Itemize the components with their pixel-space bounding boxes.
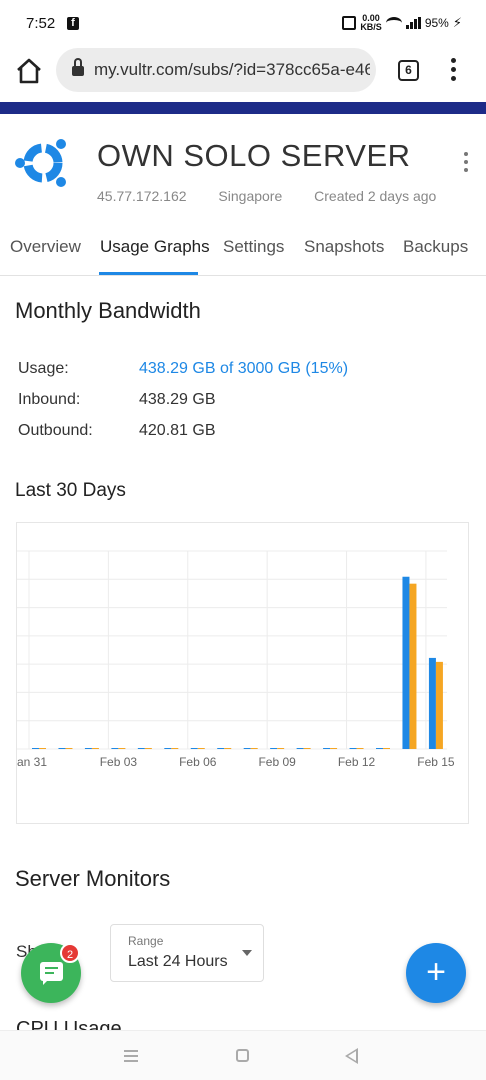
chat-badge: 2: [60, 943, 80, 963]
tab-usage-graphs[interactable]: Usage Graphs: [100, 237, 210, 257]
chart-bar: [277, 748, 285, 749]
tab-settings[interactable]: Settings: [223, 237, 284, 257]
chart-tick-label: an 31: [17, 755, 47, 769]
clock: 7:52: [26, 15, 56, 32]
tab-switcher-button[interactable]: 6: [398, 60, 419, 81]
outbound-label: Outbound:: [18, 422, 93, 439]
server-tabs: Overview Usage Graphs Settings Snapshots…: [0, 224, 486, 276]
facebook-icon: f: [67, 17, 79, 30]
chart-bar: [409, 583, 417, 749]
cpu-usage-title: CPU Usage: [16, 1016, 216, 1030]
server-options-icon[interactable]: [462, 152, 470, 174]
server-os-logo: [15, 139, 66, 187]
tab-snapshots[interactable]: Snapshots: [304, 237, 384, 257]
chart-bar: [65, 748, 73, 749]
monthly-bandwidth-title: Monthly Bandwidth: [15, 298, 201, 323]
chart-bar: [84, 748, 92, 749]
tab-backups[interactable]: Backups: [403, 237, 468, 257]
usage-label: Usage:: [18, 360, 69, 377]
chart-bar: [428, 657, 436, 749]
chart-bar: [296, 748, 304, 749]
server-location: Singapore: [218, 188, 283, 204]
range-value: Last 24 Hours: [128, 953, 228, 970]
recents-icon[interactable]: [124, 1050, 138, 1062]
chart-bar: [171, 748, 179, 749]
chart-bar: [137, 748, 145, 749]
chart-tick-label: Feb 06: [179, 755, 217, 769]
chart-tick-label: Feb 15: [417, 755, 455, 769]
tab-overview[interactable]: Overview: [10, 237, 81, 257]
chart-bar: [250, 748, 258, 749]
back-icon[interactable]: [345, 1048, 358, 1064]
server-meta: 45.77.172.162 Singapore Created 2 days a…: [97, 188, 464, 204]
chart-tick-label: Feb 03: [100, 755, 138, 769]
server-name: OWN SOLO SERVER: [97, 138, 411, 173]
server-header: OWN SOLO SERVER 45.77.172.162 Singapore …: [0, 114, 486, 224]
chart-bar: [58, 748, 66, 749]
chart-title: Last 30 Days: [15, 480, 126, 501]
chart-bar: [383, 748, 390, 749]
home-icon[interactable]: [14, 56, 44, 86]
chart-bar: [91, 748, 99, 749]
chart-bar: [197, 748, 205, 749]
browser-toolbar: my.vultr.com/subs/?id=378cc65a-e46 6: [0, 48, 486, 102]
chart-bar: [190, 748, 198, 749]
chart-bar: [270, 748, 278, 749]
bandwidth-chart-svg: an 31 Feb 03 Feb 06 Feb 09 Feb 12 Feb 15: [17, 550, 455, 769]
usage-value[interactable]: 438.29 GB of 3000 GB (15%): [139, 360, 348, 378]
chart-bar: [164, 748, 172, 749]
chart-bar: [303, 748, 311, 749]
chart-bar: [118, 748, 126, 749]
status-bar: 7:52 f 0.00 KB/S 95% ⚡: [0, 0, 486, 48]
vibrate-icon: [342, 16, 357, 30]
active-tab-indicator: [99, 272, 198, 275]
chart-tick-label: Feb 09: [258, 755, 296, 769]
server-ip: 45.77.172.162: [97, 188, 187, 204]
chart-bar: [356, 748, 364, 749]
chart-bar: [144, 748, 152, 749]
cpu-usage-title-text: CPU Usage: [16, 1018, 122, 1030]
chart-bar: [224, 748, 232, 749]
net-speed-unit: KB/S: [360, 22, 382, 32]
chart-bar: [32, 748, 39, 749]
chart-bar: [111, 748, 119, 749]
net-speed: 0.00 KB/S: [360, 14, 382, 32]
chart-bar: [376, 748, 383, 749]
battery-percent: 95%: [424, 16, 449, 30]
chart-bar: [402, 576, 410, 749]
browser-menu-icon[interactable]: [446, 58, 460, 84]
url-text: my.vultr.com/subs/?id=378cc65a-e46: [94, 60, 370, 79]
system-nav-bar: [0, 1030, 486, 1080]
add-button[interactable]: +: [406, 943, 466, 1003]
chart-bar: [39, 748, 46, 749]
outbound-value: 420.81 GB: [139, 422, 216, 439]
range-label: Range: [128, 934, 164, 948]
brand-header-bar: [0, 102, 486, 114]
bandwidth-chart: an 31 Feb 03 Feb 06 Feb 09 Feb 12 Feb 15: [16, 522, 469, 824]
range-select[interactable]: Range Last 24 Hours: [110, 924, 264, 982]
inbound-label: Inbound:: [18, 391, 81, 408]
chat-icon: [40, 962, 63, 985]
server-created: Created 2 days ago: [314, 188, 437, 204]
chart-bar: [330, 748, 338, 749]
signal-icon: [405, 17, 421, 29]
chart-bar: [243, 748, 251, 749]
status-icons: 0.00 KB/S 95% ⚡: [342, 14, 462, 32]
chart-bar: [323, 748, 331, 749]
server-monitors-title: Server Monitors: [15, 866, 171, 891]
wifi-icon: [385, 17, 402, 29]
chart-bar: [217, 748, 225, 749]
chart-tick-label: Feb 12: [338, 755, 376, 769]
lock-icon: [72, 58, 84, 76]
chart-bar: [435, 661, 443, 749]
charging-icon: ⚡: [452, 15, 462, 30]
chevron-down-icon: [242, 950, 252, 956]
address-bar[interactable]: my.vultr.com/subs/?id=378cc65a-e46: [56, 48, 376, 92]
inbound-value: 438.29 GB: [139, 391, 216, 408]
system-home-icon[interactable]: [236, 1049, 249, 1062]
chart-bar: [349, 748, 357, 749]
